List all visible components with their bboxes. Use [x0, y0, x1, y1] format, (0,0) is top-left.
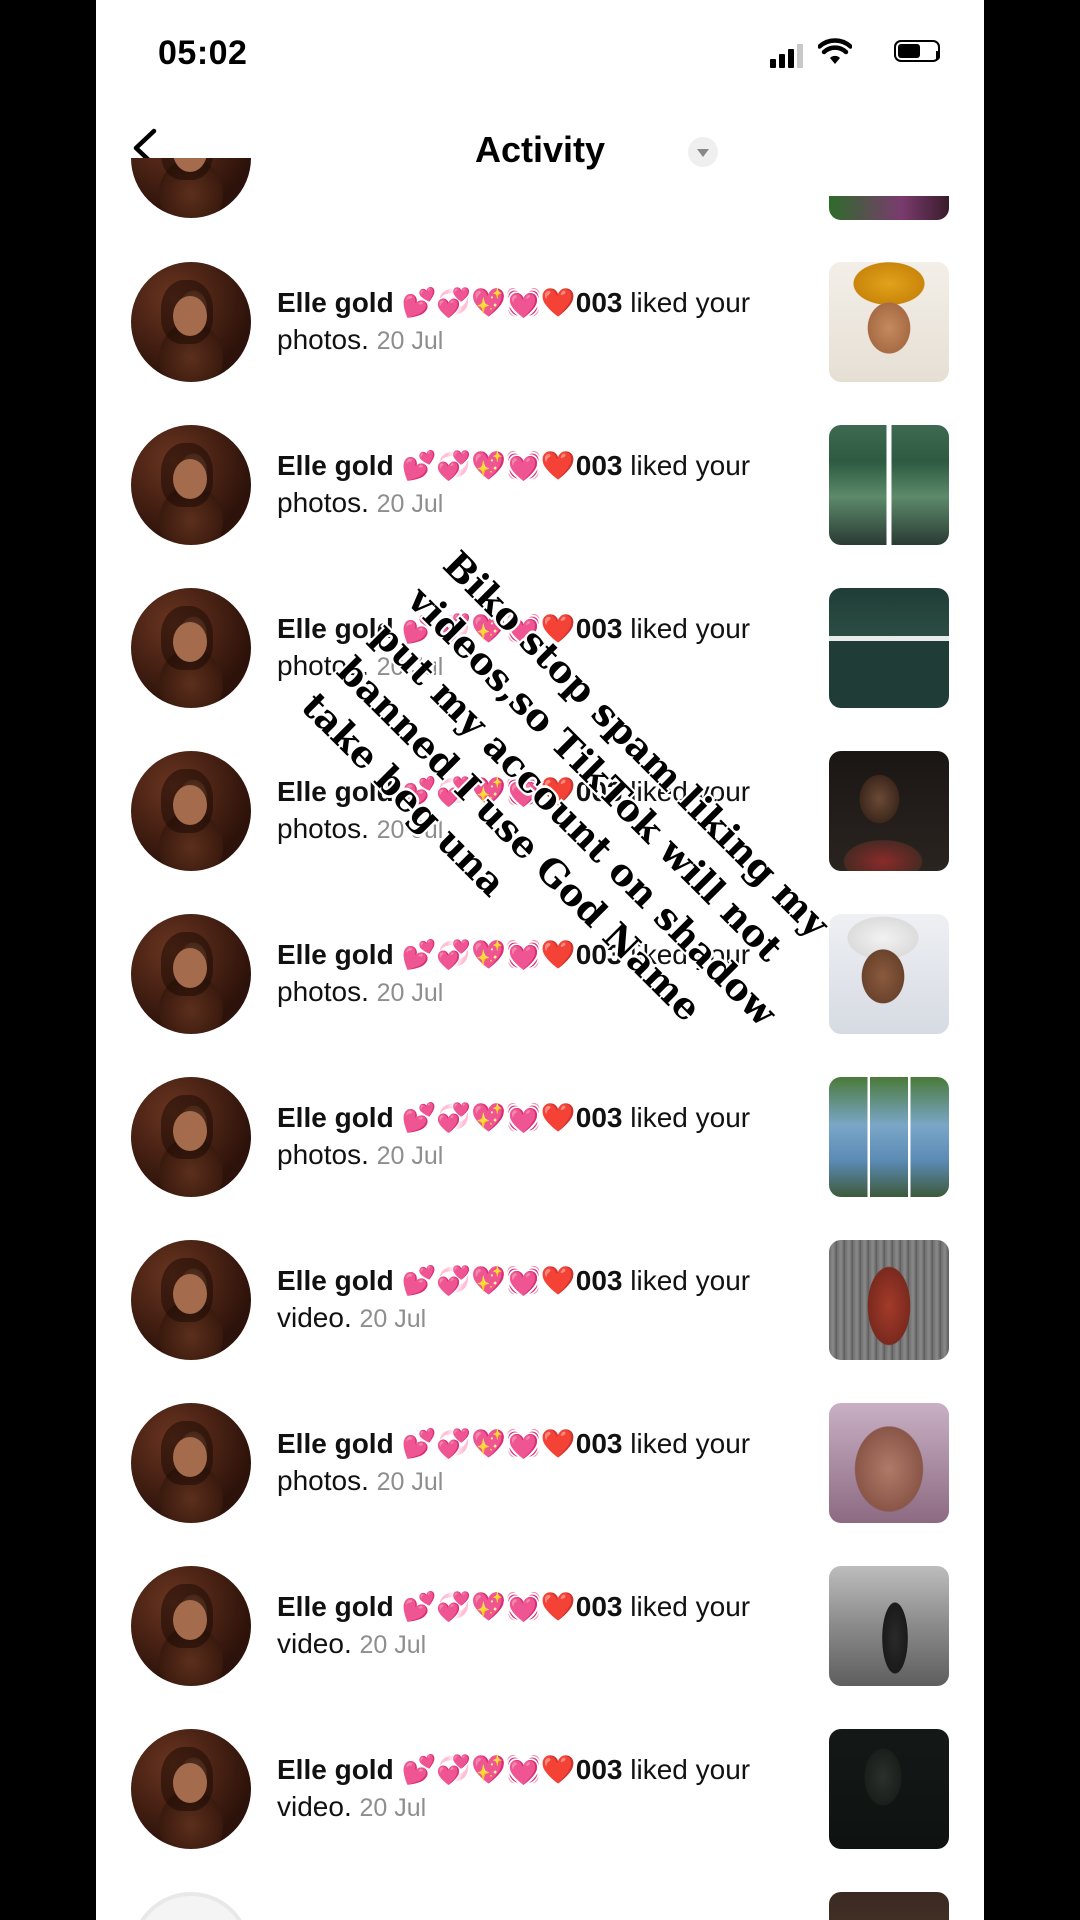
- post-thumbnail[interactable]: [829, 751, 949, 871]
- activity-date: 20 Jul: [376, 816, 444, 844]
- list-item[interactable]: Elle gold 💕💞💖💓❤️003 liked your photos. 2…: [96, 1077, 984, 1197]
- cellular-signal-icon: [770, 42, 810, 68]
- avatar[interactable]: [131, 425, 251, 545]
- list-item[interactable]: Elle gold 💕💞💖💓❤️003 liked your photos. 2…: [96, 262, 984, 382]
- status-icons: [748, 38, 948, 68]
- post-thumbnail[interactable]: [829, 262, 949, 382]
- username[interactable]: Elle gold 💕💞💖💓❤️003: [277, 1754, 623, 1785]
- avatar[interactable]: [131, 158, 251, 220]
- activity-text: Elle gold 💕💞💖💓❤️003 liked your photos. 2…: [277, 1099, 757, 1175]
- avatar[interactable]: [131, 1729, 251, 1849]
- list-item[interactable]: Elle gold 💕💞💖💓❤️003 liked your photos. 2…: [96, 588, 984, 708]
- battery-icon: [894, 40, 940, 62]
- avatar[interactable]: [131, 1403, 251, 1523]
- avatar[interactable]: [131, 914, 251, 1034]
- list-item[interactable]: Elle gold 💕💞💖💓❤️003 liked your photos. 2…: [96, 425, 984, 545]
- activity-text: Elle gold 💕💞💖💓❤️003 liked your photos. 2…: [277, 447, 757, 523]
- activity-date: 20 Jul: [376, 490, 444, 518]
- username[interactable]: Elle gold 💕💞💖💓❤️003: [277, 1265, 623, 1296]
- avatar[interactable]: [131, 262, 251, 382]
- avatar[interactable]: [131, 588, 251, 708]
- username[interactable]: Elle gold 💕💞💖💓❤️003: [277, 613, 623, 644]
- activity-date: 20 Jul: [376, 1468, 444, 1496]
- list-item[interactable]: Elle gold 💕💞💖💓❤️003 liked your photos. 2…: [96, 751, 984, 871]
- activity-date: 20 Jul: [376, 327, 444, 355]
- username[interactable]: Elle gold 💕💞💖💓❤️003: [277, 939, 623, 970]
- post-thumbnail[interactable]: [829, 1892, 949, 1920]
- activity-text: Elle gold 💕💞💖💓❤️003 liked your video. 20…: [277, 1588, 757, 1664]
- post-thumbnail[interactable]: [829, 196, 949, 220]
- list-item[interactable]: Elle gold 💕💞💖💓❤️003 liked your photos. 2…: [96, 914, 984, 1034]
- list-item[interactable]: Elle gold 💕💞💖💓❤️003 liked your video. 20…: [96, 1240, 984, 1360]
- status-bar: 05:02: [96, 0, 984, 105]
- activity-date: 20 Jul: [359, 1631, 427, 1659]
- username[interactable]: Elle gold 💕💞💖💓❤️003: [277, 776, 623, 807]
- username[interactable]: Elle gold 💕💞💖💓❤️003: [277, 287, 623, 318]
- activity-text: Elle gold 💕💞💖💓❤️003 liked your video. 20…: [277, 1262, 757, 1338]
- activity-text: Elle gold 💕💞💖💓❤️003 liked your photos. 2…: [277, 284, 757, 360]
- activity-text: Elle gold 💕💞💖💓❤️003 liked your photos. 2…: [277, 773, 757, 849]
- username[interactable]: Elle gold 💕💞💖💓❤️003: [277, 1591, 623, 1622]
- list-item[interactable]: Elle gold 💕💞💖💓❤️003 liked your photos. 2…: [96, 1403, 984, 1523]
- activity-date: 20 Jul: [359, 1794, 427, 1822]
- list-item[interactable]: Elle gold 💕💞💖💓❤️003 liked your video. 20…: [96, 1729, 984, 1849]
- activity-text: Elle gold 💕💞💖💓❤️003 liked your photos. 2…: [277, 610, 757, 686]
- wifi-icon: [818, 38, 852, 64]
- username[interactable]: Elle gold 💕💞💖💓❤️003: [277, 1428, 623, 1459]
- activity-date: 20 Jul: [376, 653, 444, 681]
- status-time: 05:02: [158, 34, 248, 72]
- post-thumbnail[interactable]: [829, 1566, 949, 1686]
- activity-date: 20 Jul: [376, 1142, 444, 1170]
- post-thumbnail[interactable]: [829, 1077, 949, 1197]
- activity-date: 20 Jul: [376, 979, 444, 1007]
- username[interactable]: Elle gold 💕💞💖💓❤️003: [277, 1102, 623, 1133]
- post-thumbnail[interactable]: [829, 914, 949, 1034]
- avatar[interactable]: [131, 751, 251, 871]
- avatar[interactable]: [131, 1892, 251, 1920]
- username[interactable]: Elle gold 💕💞💖💓❤️003: [277, 450, 623, 481]
- post-thumbnail[interactable]: [829, 1240, 949, 1360]
- list-item[interactable]: Elle gold 💕💞💖💓❤️003 liked your video. 20…: [96, 1566, 984, 1686]
- post-thumbnail[interactable]: [829, 1729, 949, 1849]
- avatar[interactable]: [131, 1240, 251, 1360]
- activity-text: Elle gold 💕💞💖💓❤️003 liked your photos. 2…: [277, 936, 757, 1012]
- chevron-down-icon[interactable]: [688, 137, 718, 167]
- phone-screen: 05:02 Activity Elle gold 💕💞💖💓❤️003 liked…: [96, 0, 984, 1920]
- activity-date: 20 Jul: [359, 1305, 427, 1333]
- post-thumbnail[interactable]: [829, 588, 949, 708]
- post-thumbnail[interactable]: [829, 425, 949, 545]
- avatar[interactable]: [131, 1566, 251, 1686]
- avatar[interactable]: [131, 1077, 251, 1197]
- post-thumbnail[interactable]: [829, 1403, 949, 1523]
- activity-text: Elle gold 💕💞💖💓❤️003 liked your video. 20…: [277, 1751, 757, 1827]
- list-item-partial-bottom[interactable]: [96, 1892, 984, 1920]
- activity-text: Elle gold 💕💞💖💓❤️003 liked your photos. 2…: [277, 1425, 757, 1501]
